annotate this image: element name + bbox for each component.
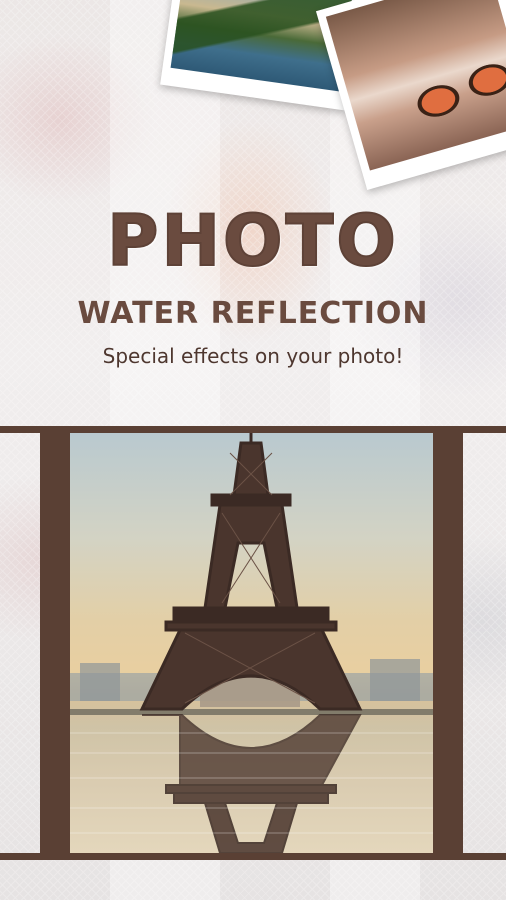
eiffel-tower-reflection-photo	[70, 433, 433, 853]
headline-tagline: Special effects on your photo!	[102, 344, 404, 368]
frame-bar-bottom	[0, 853, 506, 860]
frame-bar-top	[0, 426, 506, 433]
eiffel-tower-illustration	[70, 433, 433, 853]
headline-subtitle: WATER REFLECTION	[77, 296, 429, 331]
frame-post-left	[40, 426, 70, 860]
film-frame	[0, 426, 506, 860]
headline-title: PHOTO	[106, 199, 399, 283]
frame-post-right	[433, 426, 463, 860]
